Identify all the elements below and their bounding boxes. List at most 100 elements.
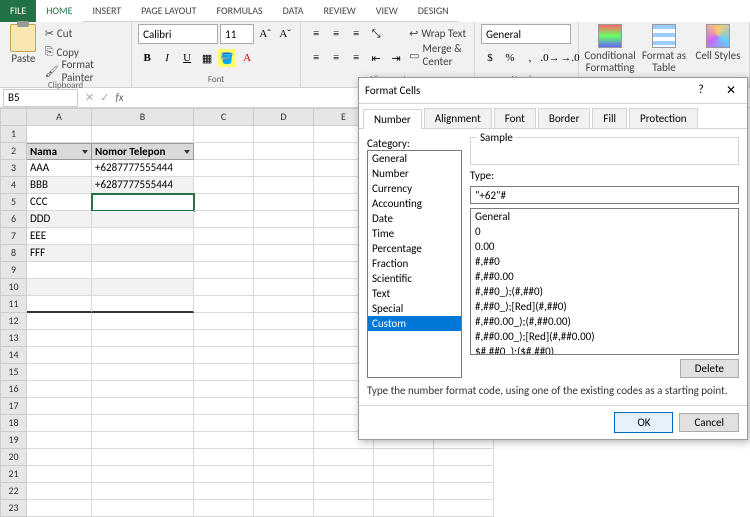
table-cell[interactable] — [92, 245, 194, 262]
row-header[interactable]: 5 — [0, 194, 27, 211]
category-item[interactable]: Number — [368, 166, 461, 181]
category-item[interactable]: Custom — [368, 316, 461, 331]
col-header-c[interactable]: C — [194, 108, 254, 126]
format-code-item[interactable]: $#,##0_);($#,##0) — [471, 344, 738, 355]
cancel-button[interactable]: Cancel — [679, 413, 739, 432]
category-item[interactable]: Fraction — [368, 256, 461, 271]
row-header[interactable]: 18 — [0, 415, 27, 432]
tab-view[interactable]: VIEW — [366, 0, 408, 22]
category-item[interactable]: Text — [368, 286, 461, 301]
decrease-decimal-icon[interactable]: →.0 — [561, 49, 579, 67]
row-header[interactable]: 23 — [0, 500, 27, 517]
category-list[interactable]: GeneralNumberCurrencyAccountingDateTimeP… — [367, 150, 462, 378]
format-codes-list[interactable]: General00.00#,##0#,##0.00#,##0_);(#,##0)… — [470, 208, 739, 355]
category-item[interactable]: General — [368, 151, 461, 166]
row-header[interactable]: 21 — [0, 466, 27, 483]
orientation-icon[interactable]: ⤡ — [367, 25, 385, 43]
row-header[interactable]: 13 — [0, 330, 27, 347]
category-item[interactable]: Time — [368, 226, 461, 241]
conditional-formatting-button[interactable]: Conditional Formatting — [585, 24, 635, 74]
tab-data[interactable]: DATA — [273, 0, 314, 22]
row-header[interactable]: 22 — [0, 483, 27, 500]
help-icon[interactable]: ? — [691, 83, 711, 98]
format-as-table-button[interactable]: Format as Table — [639, 24, 689, 74]
category-item[interactable]: Percentage — [368, 241, 461, 256]
row-header[interactable]: 17 — [0, 398, 27, 415]
close-icon[interactable]: ✕ — [721, 83, 741, 98]
increase-font-icon[interactable]: Aˆ — [256, 25, 274, 43]
enter-formula-icon[interactable]: ✓ — [100, 91, 109, 104]
cell-styles-button[interactable]: Cell Styles — [693, 24, 743, 62]
align-middle-icon[interactable]: ≡ — [327, 25, 345, 43]
decrease-font-icon[interactable]: Aˇ — [276, 25, 294, 43]
italic-button[interactable]: I — [158, 49, 176, 67]
format-code-item[interactable]: #,##0.00_);[Red](#,##0.00) — [471, 329, 738, 344]
merge-center-button[interactable]: ▭Merge & Center — [409, 46, 468, 64]
filter-icon[interactable] — [82, 150, 88, 154]
selected-cell[interactable] — [92, 194, 194, 211]
tab-insert[interactable]: INSERT — [83, 0, 132, 22]
row-header[interactable]: 7 — [0, 228, 27, 245]
format-code-item[interactable]: #,##0_);[Red](#,##0) — [471, 299, 738, 314]
underline-button[interactable]: U — [178, 49, 196, 67]
name-box[interactable] — [3, 89, 78, 107]
table-cell[interactable]: DDD — [27, 211, 92, 228]
align-center-icon[interactable]: ≡ — [327, 49, 345, 67]
number-format-select[interactable] — [481, 24, 571, 44]
align-bottom-icon[interactable]: ≡ — [347, 25, 365, 43]
paste-button[interactable]: Paste — [6, 24, 41, 65]
table-cell[interactable]: CCC — [27, 194, 92, 211]
comma-format-icon[interactable]: , — [521, 49, 539, 67]
table-cell[interactable]: +6287777555444 — [92, 160, 194, 177]
cancel-formula-icon[interactable]: ✕ — [85, 91, 94, 104]
tab-font[interactable]: Font — [494, 108, 536, 128]
row-header[interactable]: 8 — [0, 245, 27, 262]
increase-decimal-icon[interactable]: .0→ — [541, 49, 559, 67]
accounting-format-icon[interactable]: $ — [481, 49, 499, 67]
format-code-item[interactable]: #,##0.00 — [471, 269, 738, 284]
row-header[interactable]: 3 — [0, 160, 27, 177]
row-header[interactable]: 2 — [0, 143, 27, 160]
row-header[interactable]: 4 — [0, 177, 27, 194]
row-header[interactable]: 15 — [0, 364, 27, 381]
align-left-icon[interactable]: ≡ — [307, 49, 325, 67]
format-code-item[interactable]: #,##0 — [471, 254, 738, 269]
tab-alignment[interactable]: Alignment — [424, 108, 492, 128]
font-size-select[interactable] — [220, 24, 254, 44]
cut-button[interactable]: ✂Cut — [45, 24, 125, 42]
font-family-select[interactable] — [138, 24, 218, 44]
bold-button[interactable]: B — [138, 49, 156, 67]
align-top-icon[interactable]: ≡ — [307, 25, 325, 43]
category-item[interactable]: Accounting — [368, 196, 461, 211]
row-header[interactable]: 6 — [0, 211, 27, 228]
format-code-item[interactable]: 0 — [471, 224, 738, 239]
table-cell[interactable] — [92, 228, 194, 245]
row-header[interactable]: 20 — [0, 449, 27, 466]
tab-number[interactable]: Number — [363, 109, 422, 129]
row-header[interactable]: 12 — [0, 313, 27, 330]
tab-review[interactable]: REVIEW — [313, 0, 365, 22]
format-code-item[interactable]: #,##0_);(#,##0) — [471, 284, 738, 299]
category-item[interactable]: Scientific — [368, 271, 461, 286]
align-right-icon[interactable]: ≡ — [347, 49, 365, 67]
row-header[interactable]: 9 — [0, 262, 27, 279]
percent-format-icon[interactable]: % — [501, 49, 519, 67]
border-button[interactable]: ▦ — [198, 49, 216, 67]
fx-icon[interactable]: fx — [115, 91, 123, 104]
wrap-text-button[interactable]: ↩Wrap Text — [409, 24, 468, 42]
delete-button[interactable]: Delete — [680, 359, 739, 378]
tab-file[interactable]: FILE — [0, 0, 36, 22]
fill-color-button[interactable]: 🪣 — [218, 49, 236, 67]
font-color-button[interactable]: A — [238, 49, 256, 67]
ok-button[interactable]: OK — [614, 412, 673, 433]
select-all-corner[interactable] — [0, 108, 27, 126]
format-code-item[interactable]: #,##0.00_);(#,##0.00) — [471, 314, 738, 329]
tab-page-layout[interactable]: PAGE LAYOUT — [131, 0, 206, 22]
table-cell[interactable]: EEE — [27, 228, 92, 245]
table-header[interactable]: Nomor Telepon — [92, 143, 194, 160]
tab-protection[interactable]: Protection — [629, 108, 698, 128]
tab-home[interactable]: HOME — [36, 0, 82, 22]
table-cell[interactable] — [92, 211, 194, 228]
row-header[interactable]: 19 — [0, 432, 27, 449]
decrease-indent-icon[interactable]: ⇤ — [367, 49, 385, 67]
